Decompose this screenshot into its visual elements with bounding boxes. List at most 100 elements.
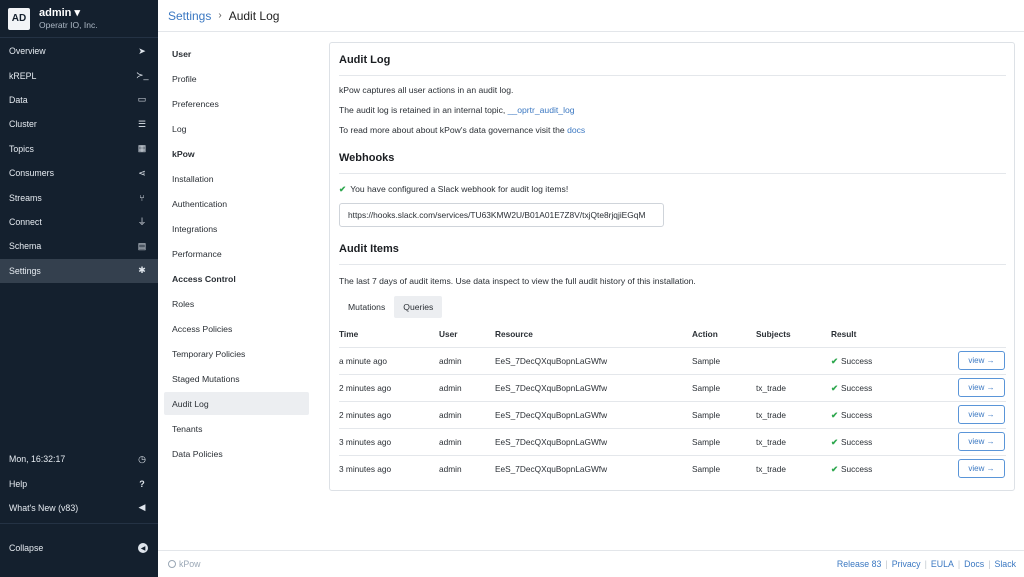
eula-link[interactable]: EULA <box>931 559 954 569</box>
footer-links: Release 83 | Privacy | EULA | Docs | Sla… <box>837 559 1016 569</box>
divider <box>339 75 1006 76</box>
view-button[interactable]: view → <box>958 351 1005 370</box>
cell-action: Sample <box>692 437 721 447</box>
release-link[interactable]: Release 83 <box>837 559 882 569</box>
result-text: Success <box>840 437 873 447</box>
cell-user: admin <box>439 383 462 393</box>
menu-item-profile[interactable]: Profile <box>164 67 309 90</box>
cell-time: 2 minutes ago <box>339 383 392 393</box>
audit-log-title: Audit Log <box>339 54 391 66</box>
collapse-button[interactable]: Collapse ◀ <box>0 536 158 560</box>
cell-action: Sample <box>692 410 721 420</box>
menu-item-installation[interactable]: Installation <box>164 167 309 190</box>
nav-item-overview[interactable]: Overview ➤ <box>0 39 158 63</box>
nav-item-streams[interactable]: Streams ⑂ <box>0 185 158 209</box>
menu-item-log[interactable]: Log <box>164 117 309 140</box>
org-user: admin ▾ <box>39 7 98 19</box>
menu-item-integrations[interactable]: Integrations <box>164 217 309 240</box>
row-divider <box>339 374 1006 375</box>
brand-name: kPow <box>179 559 201 569</box>
menu-item-preferences[interactable]: Preferences <box>164 92 309 115</box>
whats-new-item[interactable]: What's New (v83) ◀ <box>0 496 158 520</box>
collapse-icon: ◀ <box>138 543 148 554</box>
nav-item-schema[interactable]: Schema ▤ <box>0 234 158 258</box>
menu-item-audit-log[interactable]: Audit Log <box>164 392 309 415</box>
help-item[interactable]: Help ? <box>0 471 158 495</box>
cell-subjects: tx_trade <box>756 383 786 393</box>
org-switcher[interactable]: AD admin ▾ Operatr IO, Inc. <box>0 0 158 38</box>
cell-result: ✔ Success <box>831 356 872 366</box>
nav-item-data[interactable]: Data ▭ <box>0 88 158 112</box>
webhook-status-text: You have configured a Slack webhook for … <box>350 184 569 194</box>
tab-queries[interactable]: Queries <box>394 296 443 318</box>
nav-item-krepl[interactable]: kREPL ≻_ <box>0 63 158 87</box>
menu-item-access-policies[interactable]: Access Policies <box>164 317 309 340</box>
audit-items-title: Audit Items <box>339 243 399 255</box>
collapse-label: Collapse <box>9 543 44 554</box>
divider <box>339 173 1006 174</box>
nav-item-settings[interactable]: Settings ✱ <box>0 258 158 283</box>
slack-link[interactable]: Slack <box>994 559 1016 569</box>
row-divider <box>339 428 1006 429</box>
branch-icon: ⑂ <box>139 192 145 203</box>
privacy-link[interactable]: Privacy <box>892 559 921 569</box>
cell-action: Sample <box>692 383 721 393</box>
menu-item-data-policies[interactable]: Data Policies <box>164 442 309 465</box>
menu-item-tenants[interactable]: Tenants <box>164 417 309 440</box>
cell-user: admin <box>439 356 462 366</box>
cell-resource: EeS_7DecQXquBopnLaGWfw <box>495 410 608 420</box>
separator: | <box>885 559 888 569</box>
col-resource: Resource <box>495 329 533 339</box>
server-icon: ☰ <box>137 118 147 129</box>
nav-label: Schema <box>9 241 42 252</box>
audit-topic-link[interactable]: __oprtr_audit_log <box>508 105 575 115</box>
nav-label: Streams <box>9 192 42 203</box>
footer-brand: kPow <box>168 559 201 569</box>
audit-intro-text: kPow captures all user actions in an aud… <box>339 85 514 95</box>
footer: kPow Release 83 | Privacy | EULA | Docs … <box>158 550 1024 577</box>
docs-link[interactable]: docs <box>567 125 585 135</box>
check-icon: ✔ <box>831 356 838 366</box>
check-icon: ✔ <box>831 410 838 420</box>
cell-subjects: tx_trade <box>756 410 786 420</box>
tab-mutations[interactable]: Mutations <box>339 296 394 318</box>
caret-down-icon: ▾ <box>74 6 80 19</box>
webhook-url-field[interactable] <box>339 203 664 227</box>
question-icon: ? <box>139 478 145 489</box>
kpow-logo-icon <box>168 560 176 568</box>
menu-item-staged-mutations[interactable]: Staged Mutations <box>164 367 309 390</box>
menu-item-authentication[interactable]: Authentication <box>164 192 309 215</box>
separator: | <box>924 559 927 569</box>
col-result: Result <box>831 329 857 339</box>
view-button[interactable]: view → <box>958 405 1005 424</box>
nav-label: Data <box>9 94 28 105</box>
view-button[interactable]: view → <box>958 459 1005 478</box>
menu-item-roles[interactable]: Roles <box>164 292 309 315</box>
menu-item-performance[interactable]: Performance <box>164 242 309 265</box>
retention-prefix: The audit log is retained in an internal… <box>339 105 508 115</box>
nav-item-connect[interactable]: Connect ⏚ <box>0 210 158 234</box>
view-button[interactable]: view → <box>958 378 1005 397</box>
breadcrumb-settings-link[interactable]: Settings <box>168 9 211 23</box>
docs-footer-link[interactable]: Docs <box>964 559 984 569</box>
user-name: admin <box>39 6 72 19</box>
nav-item-consumers[interactable]: Consumers ⋖ <box>0 161 158 185</box>
check-icon: ✔ <box>339 184 347 194</box>
audit-retention-text: The audit log is retained in an internal… <box>339 105 575 115</box>
nav-item-cluster[interactable]: Cluster ☰ <box>0 112 158 136</box>
menu-item-temporary-policies[interactable]: Temporary Policies <box>164 342 309 365</box>
nav-label: kREPL <box>9 70 37 81</box>
cell-time: 3 minutes ago <box>339 464 392 474</box>
clock-item: Mon, 16:32:17 ◷ <box>0 447 158 471</box>
separator: | <box>957 559 961 569</box>
chevron-right-icon: › <box>218 10 222 21</box>
col-subjects: Subjects <box>756 329 791 339</box>
view-button[interactable]: view → <box>958 432 1005 451</box>
check-icon: ✔ <box>831 383 838 393</box>
docs-prefix: To read more about about kPow's data gov… <box>339 125 568 135</box>
cell-time: 3 minutes ago <box>339 437 392 447</box>
cell-result: ✔ Success <box>831 464 872 474</box>
nav-item-topics[interactable]: Topics ▦ <box>0 137 158 161</box>
breadcrumb-current: Audit Log <box>228 8 280 23</box>
org-name: Operatr IO, Inc. <box>39 19 98 30</box>
